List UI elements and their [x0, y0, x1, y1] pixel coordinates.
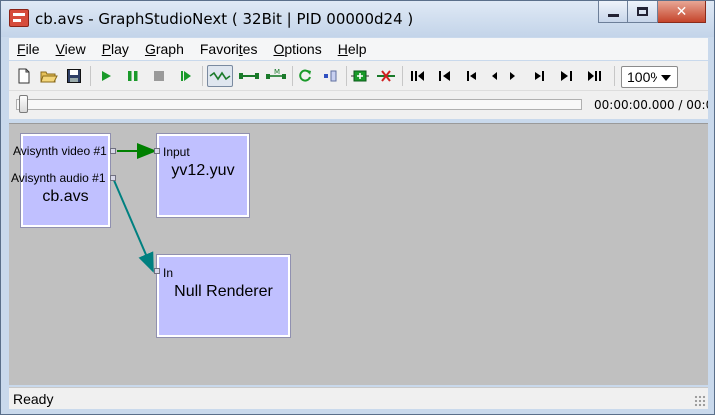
main-window: cb.avs - GraphStudioNext ( 32Bit | PID 0… — [0, 0, 715, 415]
filter-yv12-yuv[interactable]: Input yv12.yuv — [156, 133, 250, 218]
filter-name: cb.avs — [42, 188, 89, 205]
input-pin-input[interactable] — [154, 148, 160, 154]
menu-view[interactable]: View — [48, 38, 94, 60]
caption-buttons: ✕ — [598, 1, 706, 23]
menu-options[interactable]: Options — [265, 38, 329, 60]
window-title: cb.avs - GraphStudioNext ( 32Bit | PID 0… — [35, 10, 414, 28]
menu-play[interactable]: Play — [94, 38, 137, 60]
seek-forward-fast-icon — [561, 71, 572, 81]
menu-help[interactable]: Help — [330, 38, 375, 60]
pause-icon — [128, 71, 138, 81]
stop-button[interactable] — [148, 65, 170, 87]
step-frame-icon — [181, 71, 191, 81]
app-icon[interactable] — [9, 9, 29, 27]
arrange-button[interactable] — [319, 65, 341, 87]
play-icon — [102, 71, 111, 81]
seek-thumb[interactable] — [19, 95, 28, 113]
smart-connect-icon — [209, 71, 231, 81]
time-readout: 00:00:00.000 / 00:00:00.000 — [594, 98, 708, 112]
filter-name: Null Renderer — [174, 283, 273, 300]
smart-connect-button[interactable] — [207, 65, 233, 87]
add-filter-icon — [351, 70, 369, 82]
new-file-button[interactable] — [13, 65, 35, 87]
play-button[interactable] — [95, 65, 117, 87]
save-button[interactable] — [63, 65, 85, 87]
toolbar-separator — [402, 66, 403, 86]
graph-canvas[interactable]: cb.avs Avisynth video #1 Avisynth audio … — [9, 123, 708, 385]
output-pin-video[interactable] — [110, 148, 116, 154]
seek-back-icon — [467, 71, 476, 81]
direct-connect-icon — [239, 73, 259, 79]
pause-button[interactable] — [122, 65, 144, 87]
close-button[interactable]: ✕ — [658, 1, 706, 23]
seek-bar-row: 00:00:00.000 / 00:00:00.000 — [9, 91, 708, 119]
refresh-button[interactable] — [294, 65, 316, 87]
frame-back-icon — [492, 72, 497, 80]
maximize-button[interactable] — [628, 1, 658, 23]
refresh-icon — [299, 69, 311, 82]
output-pin-audio[interactable] — [110, 175, 116, 181]
open-folder-icon — [40, 71, 58, 83]
direct-connect-button[interactable] — [236, 65, 262, 87]
toolbar-separator — [292, 66, 293, 86]
new-file-icon — [18, 68, 30, 84]
title-bar[interactable]: cb.avs - GraphStudioNext ( 32Bit | PID 0… — [1, 1, 714, 37]
seek-forward-fast-button[interactable] — [555, 65, 577, 87]
input-pin-in[interactable] — [154, 268, 160, 274]
minimize-icon — [607, 14, 619, 17]
pin-label-avisynth-audio: Avisynth audio #1 — [11, 171, 106, 185]
seek-end-button[interactable] — [583, 65, 605, 87]
pin-label-avisynth-video: Avisynth video #1 — [13, 144, 107, 158]
intelligent-connect-icon: M — [266, 68, 286, 79]
frame-forward-button[interactable] — [502, 65, 524, 87]
menu-graph[interactable]: Graph — [137, 38, 192, 60]
seek-forward-button[interactable] — [529, 65, 551, 87]
menu-favorites[interactable]: Favorites — [192, 38, 266, 60]
seek-start-button[interactable] — [407, 65, 429, 87]
seek-back-fast-button[interactable] — [434, 65, 456, 87]
close-icon: ✕ — [675, 3, 688, 20]
toolbar-separator — [346, 66, 347, 86]
arrange-icon — [324, 70, 337, 82]
frame-forward-icon — [510, 72, 515, 80]
minimize-button[interactable] — [598, 1, 628, 23]
status-bar: Ready — [9, 387, 708, 409]
zoom-value: 100% — [627, 69, 657, 85]
seek-start-icon — [411, 71, 424, 81]
filter-null-renderer[interactable]: In Null Renderer — [156, 254, 291, 338]
toolbar-separator — [614, 66, 615, 86]
chevron-down-icon[interactable] — [661, 75, 671, 81]
remove-filter-button[interactable] — [375, 65, 397, 87]
toolbar-separator — [202, 66, 203, 86]
menu-file[interactable]: File — [9, 38, 48, 60]
remove-filter-icon — [377, 70, 395, 82]
connection-audio-to-in[interactable] — [112, 177, 154, 273]
step-frame-button[interactable] — [175, 65, 197, 87]
intelligent-connect-button[interactable]: M — [263, 65, 289, 87]
open-button[interactable] — [38, 65, 60, 87]
pin-label-input: Input — [163, 145, 190, 159]
connection-layer — [112, 143, 157, 273]
filter-name: yv12.yuv — [171, 162, 235, 179]
svg-text:M: M — [274, 68, 280, 76]
status-text: Ready — [13, 391, 54, 407]
seek-forward-icon — [535, 71, 544, 81]
toolbar-separator — [90, 66, 91, 86]
stop-icon — [154, 71, 164, 81]
toolbar: M 100 — [9, 61, 708, 91]
pin-label-in: In — [163, 266, 174, 280]
maximize-icon — [637, 7, 648, 16]
seek-track[interactable] — [16, 99, 582, 110]
save-icon — [67, 69, 81, 83]
seek-back-button[interactable] — [460, 65, 482, 87]
seek-end-icon — [588, 71, 601, 81]
resize-grip-icon[interactable] — [694, 395, 706, 407]
seek-back-fast-icon — [439, 71, 450, 81]
zoom-select[interactable]: 100% — [621, 66, 678, 88]
add-filter-button[interactable] — [349, 65, 371, 87]
menu-bar: File View Play Graph Favorites Options H… — [9, 38, 708, 60]
